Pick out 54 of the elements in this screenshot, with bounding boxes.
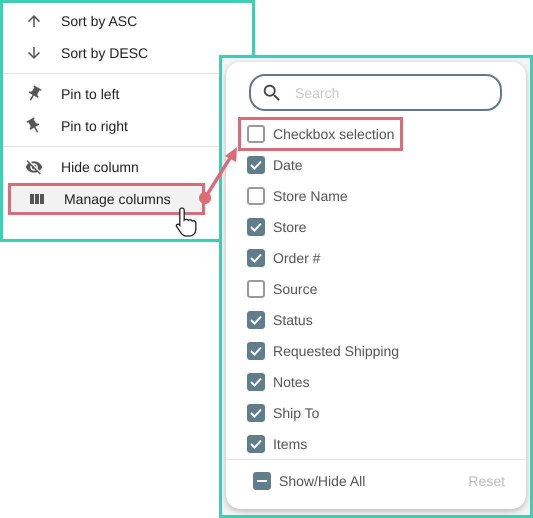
checkbox[interactable]	[253, 472, 271, 490]
checkbox[interactable]	[247, 186, 265, 204]
checkbox[interactable]	[247, 404, 265, 422]
eye-slash-icon	[25, 158, 43, 176]
column-toggle[interactable]: Source	[238, 272, 326, 306]
column-label: Notes	[273, 374, 310, 390]
column-toggle[interactable]: Items	[238, 426, 316, 460]
menu-item[interactable]: Pin to left	[3, 78, 216, 110]
minus-icon	[257, 480, 267, 482]
column-toggle[interactable]: Date	[238, 148, 312, 182]
checkbox[interactable]	[247, 218, 265, 236]
column-toggle[interactable]: Checkbox selection	[238, 116, 404, 150]
checkbox[interactable]	[247, 124, 265, 142]
column-label: Requested Shipping	[273, 342, 400, 358]
column-label: Date	[273, 156, 303, 172]
column-toggle[interactable]: Requested Shipping	[238, 334, 408, 368]
column-label: Checkbox selection	[273, 126, 394, 142]
column-label: Status	[273, 312, 313, 328]
menu-item[interactable]: Sort by DESC	[3, 37, 216, 69]
menu-item[interactable]: Pin to right	[3, 110, 216, 142]
menu-item[interactable]: Manage columns	[8, 183, 205, 215]
checkbox[interactable]	[247, 310, 265, 328]
checkbox[interactable]	[247, 248, 265, 266]
check-icon	[250, 346, 262, 356]
column-label: Order #	[273, 250, 320, 266]
column-toggle[interactable]: Ship To	[238, 396, 328, 430]
check-icon	[250, 408, 262, 418]
check-icon	[250, 160, 262, 170]
menu-item[interactable]: Hide column	[3, 151, 216, 183]
show-hide-all-label: Show/Hide All	[279, 473, 366, 489]
check-icon	[250, 376, 262, 386]
column-label: Items	[273, 436, 308, 452]
checkbox[interactable]	[247, 280, 265, 298]
show-hide-all-toggle[interactable]: Show/Hide All	[244, 464, 374, 498]
checkbox[interactable]	[247, 342, 265, 360]
column-toggle[interactable]: Order #	[238, 240, 330, 274]
checkbox[interactable]	[247, 156, 265, 174]
column-label: Store Name	[273, 188, 348, 204]
checkbox[interactable]	[247, 372, 265, 390]
column-toggle[interactable]: Store Name	[238, 178, 357, 212]
check-icon	[250, 314, 262, 324]
check-icon	[250, 252, 262, 262]
check-icon	[250, 438, 262, 448]
column-toggle[interactable]: Store	[238, 210, 316, 244]
pointer-arrow	[199, 147, 237, 204]
checkbox[interactable]	[247, 434, 265, 452]
column-toggle[interactable]: Notes	[238, 364, 319, 398]
arrow-down-icon	[25, 44, 43, 62]
column-label: Ship To	[273, 404, 320, 420]
column-label: Store	[273, 218, 306, 234]
column-toggle[interactable]: Status	[238, 302, 322, 336]
check-icon	[250, 222, 262, 232]
menu-item[interactable]: Sort by ASC	[3, 5, 216, 37]
column-label: Source	[273, 280, 318, 296]
